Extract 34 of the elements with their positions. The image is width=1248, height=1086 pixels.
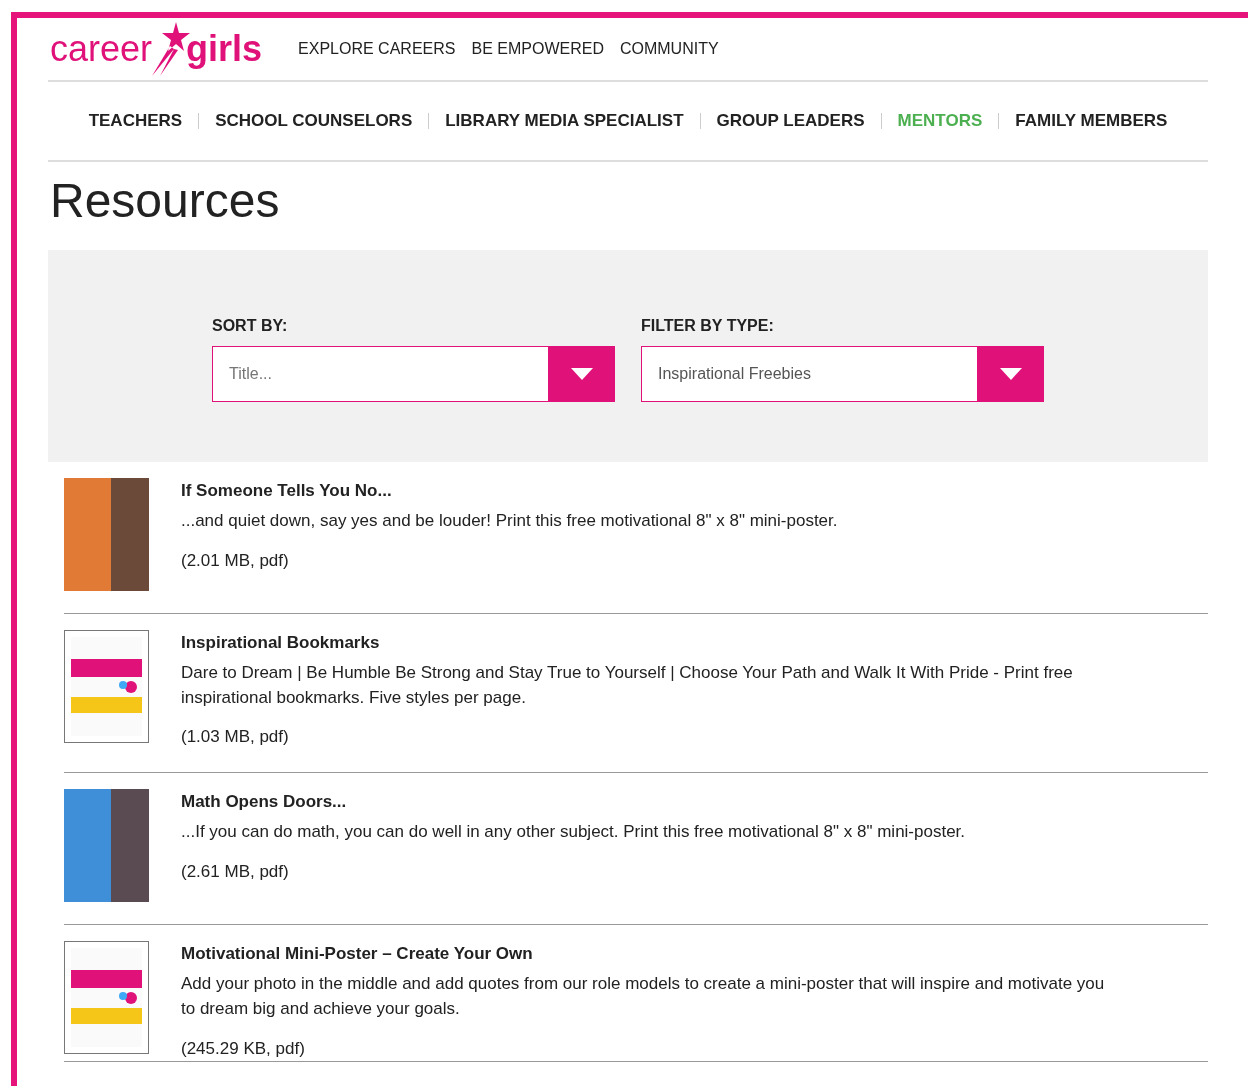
- document-thumbnail[interactable]: [64, 629, 149, 743]
- resource-description: ...If you can do math, you can do well in any other subject. Print this free motivational 8" x 8" mini-poster.: [181, 821, 966, 844]
- document-thumbnail[interactable]: [64, 940, 149, 1054]
- resource-description: Add your photo in the middle and add quotes from our role models to create a mini-poster that will inspire and motivate you to dream big and achieve your goals.: [181, 973, 1106, 1020]
- resource-description: Dare to Dream | Be Humble Be Strong and Stay True to Yourself | Choose Your Path and Walk It With Pride - Print free inspirational bookmarks. Five styles per page.: [181, 662, 1074, 709]
- file-info: (1.03 MB, pdf): [181, 726, 290, 749]
- file-info: (245.29 KB, pdf): [181, 1037, 306, 1060]
- filter-label: SORT BY:: [212, 315, 289, 336]
- resource-description: ...and quiet down, say yes and be louder! Print this free motivational 8" x 8" mini-poster.: [181, 510, 838, 533]
- caret-icon: [570, 367, 593, 380]
- photo-placeholder[interactable]: [64, 477, 149, 591]
- career-girls-logo[interactable]: career girls: [50, 20, 263, 78]
- page-title: Resources: [50, 173, 281, 229]
- resource-title[interactable]: Inspirational Bookmarks: [181, 629, 1111, 656]
- dropdown-field[interactable]: Title...: [212, 345, 548, 402]
- audience-tab[interactable]: SCHOOL COUNSELORS: [215, 108, 413, 134]
- audience-tab[interactable]: LIBRARY MEDIA SPECIALIST: [445, 108, 684, 134]
- dropdown-button[interactable]: [548, 345, 615, 402]
- resource-title[interactable]: If Someone Tells You No...: [181, 477, 838, 504]
- audience-tab[interactable]: FAMILY MEMBERS: [1015, 108, 1168, 134]
- dropdown-button[interactable]: [977, 345, 1044, 402]
- nav-link-item[interactable]: COMMUNITY: [619, 37, 719, 61]
- file-info: (2.01 MB, pdf): [181, 549, 290, 572]
- audience-tab[interactable]: GROUP LEADERS: [716, 108, 865, 134]
- resource-title[interactable]: Math Opens Doors...: [181, 788, 966, 815]
- photo-placeholder[interactable]: [64, 788, 149, 902]
- nav-link-item[interactable]: EXPLORE CAREERS: [298, 37, 456, 61]
- resource-title[interactable]: Motivational Mini-Poster – Create Your Own: [181, 940, 1111, 967]
- nav-link-item[interactable]: BE EMPOWERED: [471, 37, 604, 61]
- file-info: (2.61 MB, pdf): [181, 861, 290, 883]
- dropdown-field[interactable]: Inspirational Freebies: [641, 345, 977, 402]
- caret-icon: [999, 367, 1022, 380]
- filter-label: FILTER BY TYPE:: [641, 315, 775, 336]
- audience-tab[interactable]: TEACHERS: [88, 108, 183, 134]
